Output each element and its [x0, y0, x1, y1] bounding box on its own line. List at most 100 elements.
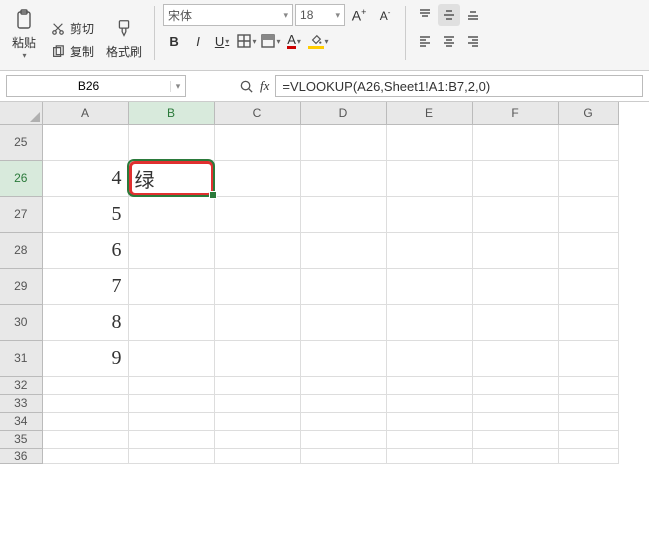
cell-F30[interactable]	[472, 304, 558, 340]
cell-C33[interactable]	[214, 394, 300, 412]
cell-C32[interactable]	[214, 376, 300, 394]
cell-B31[interactable]	[128, 340, 214, 376]
row-header-31[interactable]: 31	[0, 340, 42, 376]
row-header-27[interactable]: 27	[0, 196, 42, 232]
cell-D36[interactable]	[300, 448, 386, 463]
row-header-34[interactable]: 34	[0, 412, 42, 430]
copy-button[interactable]: 复制	[46, 41, 98, 62]
cell-G27[interactable]	[558, 196, 618, 232]
increase-font-button[interactable]: A+	[347, 4, 371, 26]
cell-E28[interactable]	[386, 232, 472, 268]
chevron-down-icon[interactable]: ▾	[170, 81, 185, 92]
cell-F31[interactable]	[472, 340, 558, 376]
cut-button[interactable]: 剪切	[46, 18, 98, 39]
cell-C25[interactable]	[214, 124, 300, 160]
cell-B26[interactable]: 绿	[128, 160, 214, 196]
cell-G33[interactable]	[558, 394, 618, 412]
cell-F28[interactable]	[472, 232, 558, 268]
cell-G35[interactable]	[558, 430, 618, 448]
row-header-36[interactable]: 36	[0, 448, 42, 463]
cell-F35[interactable]	[472, 430, 558, 448]
column-header-C[interactable]: C	[214, 102, 300, 124]
cell-D26[interactable]	[300, 160, 386, 196]
cell-C30[interactable]	[214, 304, 300, 340]
cell-B36[interactable]	[128, 448, 214, 463]
cell-A27[interactable]: 5	[42, 196, 128, 232]
cell-D27[interactable]	[300, 196, 386, 232]
cell-E29[interactable]	[386, 268, 472, 304]
cell-G34[interactable]	[558, 412, 618, 430]
cell-A34[interactable]	[42, 412, 128, 430]
align-bottom-button[interactable]	[462, 4, 484, 26]
paste-button[interactable]: 粘贴▾	[6, 4, 42, 62]
cell-D33[interactable]	[300, 394, 386, 412]
cell-F29[interactable]	[472, 268, 558, 304]
cell-A28[interactable]: 6	[42, 232, 128, 268]
cell-F36[interactable]	[472, 448, 558, 463]
cell-D32[interactable]	[300, 376, 386, 394]
row-header-30[interactable]: 30	[0, 304, 42, 340]
cell-G32[interactable]	[558, 376, 618, 394]
cell-C28[interactable]	[214, 232, 300, 268]
row-header-29[interactable]: 29	[0, 268, 42, 304]
cell-G25[interactable]	[558, 124, 618, 160]
cell-E32[interactable]	[386, 376, 472, 394]
font-size-combo[interactable]: 18 ▾	[295, 4, 345, 26]
cell-A25[interactable]	[42, 124, 128, 160]
cell-B29[interactable]	[128, 268, 214, 304]
cell-D25[interactable]	[300, 124, 386, 160]
cell-D28[interactable]	[300, 232, 386, 268]
cell-B33[interactable]	[128, 394, 214, 412]
cell-D31[interactable]	[300, 340, 386, 376]
align-right-button[interactable]	[462, 30, 484, 52]
row-header-35[interactable]: 35	[0, 430, 42, 448]
row-header-25[interactable]: 25	[0, 124, 42, 160]
cell-G29[interactable]	[558, 268, 618, 304]
cell-A35[interactable]	[42, 430, 128, 448]
cell-B28[interactable]	[128, 232, 214, 268]
fill-color-button[interactable]: ▾	[307, 30, 329, 52]
cell-F25[interactable]	[472, 124, 558, 160]
column-header-B[interactable]: B	[128, 102, 214, 124]
cell-E35[interactable]	[386, 430, 472, 448]
row-header-26[interactable]: 26	[0, 160, 42, 196]
cell-D30[interactable]	[300, 304, 386, 340]
cell-E26[interactable]	[386, 160, 472, 196]
row-header-33[interactable]: 33	[0, 394, 42, 412]
cell-G30[interactable]	[558, 304, 618, 340]
align-left-button[interactable]	[414, 30, 436, 52]
cell-E25[interactable]	[386, 124, 472, 160]
cell-C27[interactable]	[214, 196, 300, 232]
cell-E31[interactable]	[386, 340, 472, 376]
font-name-combo[interactable]: 宋体 ▾	[163, 4, 293, 26]
search-icon[interactable]	[238, 78, 254, 94]
format-painter-button[interactable]: 格式刷	[102, 13, 146, 62]
select-all-corner[interactable]	[0, 102, 42, 124]
cell-B25[interactable]	[128, 124, 214, 160]
cell-B35[interactable]	[128, 430, 214, 448]
column-header-A[interactable]: A	[42, 102, 128, 124]
cell-B34[interactable]	[128, 412, 214, 430]
cell-E27[interactable]	[386, 196, 472, 232]
align-top-button[interactable]	[414, 4, 436, 26]
cell-C26[interactable]	[214, 160, 300, 196]
row-header-28[interactable]: 28	[0, 232, 42, 268]
underline-button[interactable]: U▾	[211, 30, 233, 52]
align-center-button[interactable]	[438, 30, 460, 52]
cell-F34[interactable]	[472, 412, 558, 430]
name-box-input[interactable]	[7, 79, 170, 93]
cell-A33[interactable]	[42, 394, 128, 412]
cell-G36[interactable]	[558, 448, 618, 463]
cell-A30[interactable]: 8	[42, 304, 128, 340]
cell-A36[interactable]	[42, 448, 128, 463]
cell-C36[interactable]	[214, 448, 300, 463]
cell-F33[interactable]	[472, 394, 558, 412]
cell-E34[interactable]	[386, 412, 472, 430]
cell-A31[interactable]: 9	[42, 340, 128, 376]
cell-A26[interactable]: 4	[42, 160, 128, 196]
decrease-font-button[interactable]: A-	[373, 4, 397, 26]
cell-style-button[interactable]: ▾	[259, 30, 281, 52]
border-button[interactable]: ▾	[235, 30, 257, 52]
name-box[interactable]: ▾	[6, 75, 186, 97]
cell-F27[interactable]	[472, 196, 558, 232]
